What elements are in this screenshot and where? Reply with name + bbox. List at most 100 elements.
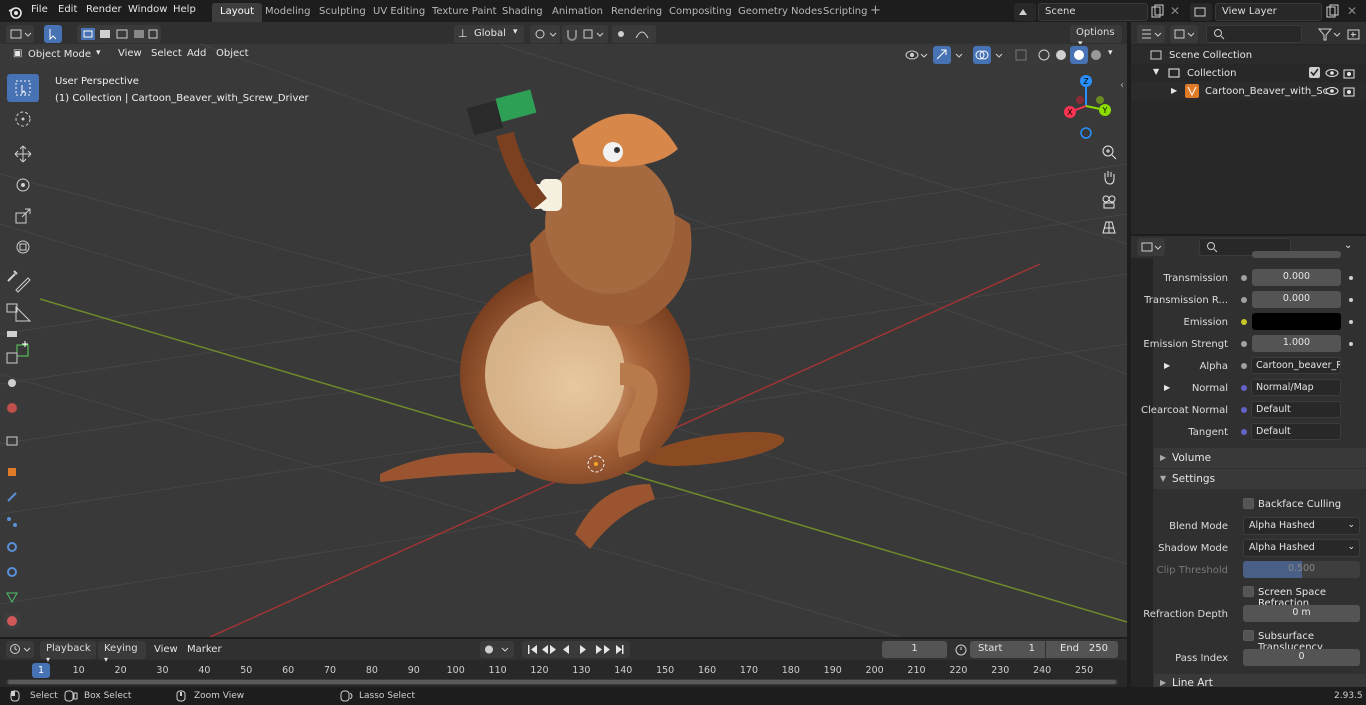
tool-transform[interactable]: [7, 233, 39, 261]
shading-mode-buttons[interactable]: [1035, 46, 1105, 64]
tab-modeling[interactable]: Modeling: [257, 3, 319, 22]
tab-uv-editing[interactable]: UV Editing: [365, 3, 433, 22]
tool-settings-tab-icon[interactable]: [4, 268, 20, 284]
modifier-tab-icon[interactable]: [4, 489, 20, 505]
tab-shading[interactable]: Shading: [494, 3, 551, 22]
shading-options-chevron-icon[interactable]: ▾: [1108, 48, 1113, 58]
keyframe-dot-icon[interactable]: [1349, 298, 1353, 302]
keyframe-dot-icon[interactable]: [1349, 320, 1353, 324]
settings-panel-header[interactable]: ▼ Settings: [1154, 469, 1366, 489]
transmission-field[interactable]: 0.000: [1252, 269, 1341, 286]
menu-render[interactable]: Render: [86, 4, 122, 15]
particles-tab-icon[interactable]: [4, 514, 20, 530]
camera-render-icon[interactable]: [1343, 67, 1357, 79]
world-tab-icon[interactable]: [4, 400, 20, 416]
object-data-tab-icon[interactable]: [4, 589, 20, 605]
add-workspace-icon[interactable]: +: [870, 4, 881, 18]
pan-hand-icon[interactable]: [1097, 165, 1121, 189]
socket-icon[interactable]: [1241, 341, 1247, 347]
xray-icon[interactable]: [1013, 46, 1029, 64]
snap-icon[interactable]: [562, 25, 608, 43]
auto-keying-button[interactable]: [480, 641, 514, 658]
blend-mode-dropdown[interactable]: Alpha Hashed ⌄: [1243, 517, 1360, 535]
tab-animation[interactable]: Animation: [544, 3, 611, 22]
scene-tab-icon[interactable]: [4, 375, 20, 391]
tab-texture-paint[interactable]: Texture Paint: [424, 3, 505, 22]
render-tab-icon[interactable]: [4, 300, 20, 316]
clearcoat-normal-field[interactable]: Default: [1251, 401, 1341, 418]
tool-move[interactable]: [7, 140, 39, 168]
exclude-checkbox[interactable]: [1309, 67, 1320, 78]
editor-type-icon[interactable]: [6, 25, 34, 43]
camera-render-icon[interactable]: [1343, 85, 1357, 97]
shadow-mode-dropdown[interactable]: Alpha Hashed ⌄: [1243, 539, 1360, 557]
tool-rotate[interactable]: [7, 171, 39, 199]
new-collection-icon[interactable]: [1346, 25, 1362, 43]
ssr-checkbox[interactable]: [1243, 586, 1254, 597]
view-layer-tab-icon[interactable]: [4, 350, 20, 366]
overlays-toggle-icon[interactable]: [972, 46, 1006, 64]
tab-layout[interactable]: Layout: [212, 3, 262, 22]
normal-link-field[interactable]: Normal/Map: [1251, 379, 1341, 396]
expand-arrow-icon[interactable]: ▼: [1153, 67, 1159, 76]
color-socket-icon[interactable]: [1241, 319, 1247, 325]
properties-options-chevron-icon[interactable]: ⌄: [1344, 240, 1352, 251]
keyframe-dot-icon[interactable]: [1349, 342, 1353, 346]
transform-orientation-dropdown[interactable]: ⊥ Global ▾: [454, 25, 524, 43]
tab-compositing[interactable]: Compositing: [661, 3, 740, 22]
viewport-menu-view[interactable]: View: [118, 48, 142, 59]
vector-socket-icon[interactable]: [1241, 407, 1247, 413]
3d-viewport[interactable]: [0, 44, 1127, 637]
outliner-row-scene-collection[interactable]: Scene Collection: [1131, 46, 1366, 64]
proportional-edit-icon[interactable]: [612, 25, 656, 43]
keyframe-dot-icon[interactable]: [1349, 276, 1353, 280]
socket-icon[interactable]: [1241, 297, 1247, 303]
emission-color-swatch[interactable]: [1252, 313, 1341, 330]
remove-scene-icon[interactable]: ✕: [1170, 4, 1180, 18]
collection-tab-icon[interactable]: [4, 433, 20, 449]
new-scene-icon[interactable]: [1150, 3, 1164, 21]
tab-scripting[interactable]: Scripting: [815, 3, 875, 22]
refraction-depth-field[interactable]: 0 m: [1243, 605, 1360, 622]
blender-logo-icon[interactable]: [8, 5, 22, 19]
expand-arrow-icon[interactable]: ▶: [1171, 86, 1177, 95]
output-tab-icon[interactable]: [4, 325, 20, 341]
emission-strength-field[interactable]: 1.000: [1252, 335, 1341, 352]
current-frame-field[interactable]: 1: [882, 641, 947, 658]
vector-socket-icon[interactable]: [1241, 385, 1247, 391]
tool-select-box[interactable]: [7, 74, 39, 102]
scene-name-field[interactable]: Scene: [1038, 3, 1148, 21]
camera-view-icon[interactable]: [1097, 190, 1121, 214]
beaver-model[interactable]: [380, 89, 786, 549]
new-view-layer-icon[interactable]: [1325, 3, 1339, 21]
gizmo-toggle-icon[interactable]: [932, 46, 966, 64]
navigation-gizmo[interactable]: Z X Y: [1060, 72, 1116, 140]
menu-file[interactable]: File: [31, 4, 48, 15]
object-tab-icon[interactable]: [4, 464, 20, 480]
subsurface-translucency-checkbox[interactable]: [1243, 630, 1254, 641]
vector-socket-icon[interactable]: [1241, 429, 1247, 435]
outliner-row-object[interactable]: ▶ Cartoon_Beaver_with_Sc: [1131, 82, 1366, 100]
selection-mode-buttons[interactable]: [77, 25, 161, 43]
clip-threshold-slider[interactable]: 0.500: [1243, 561, 1360, 578]
line-art-panel-header[interactable]: ▶ Line Art: [1154, 674, 1366, 689]
backface-culling-checkbox[interactable]: [1243, 498, 1254, 509]
tangent-field[interactable]: Default: [1251, 423, 1341, 440]
view-layer-field[interactable]: View Layer: [1215, 3, 1322, 21]
timeline-marker-menu[interactable]: Marker: [187, 644, 222, 655]
viewport-menu-add[interactable]: Add: [187, 48, 206, 59]
expand-arrow-icon[interactable]: ▶: [1164, 361, 1170, 370]
transmission-roughness-field[interactable]: 0.000: [1252, 291, 1341, 308]
outliner-search-input[interactable]: [1206, 25, 1302, 43]
volume-panel-header[interactable]: ▶ Volume: [1154, 448, 1366, 468]
menu-edit[interactable]: Edit: [58, 4, 77, 15]
socket-icon[interactable]: [1241, 275, 1247, 281]
playback-controls[interactable]: [522, 641, 630, 658]
tool-scale[interactable]: [7, 202, 39, 230]
physics-tab-icon[interactable]: [4, 539, 20, 555]
outliner-editor-type-icon[interactable]: [1137, 25, 1165, 43]
alpha-link-field[interactable]: Cartoon_beaver_Re...: [1251, 357, 1341, 374]
select-tool-icon[interactable]: [44, 25, 62, 43]
scene-selector-icon[interactable]: [1014, 3, 1036, 21]
outliner-row-collection[interactable]: ▼ Collection: [1131, 64, 1366, 82]
